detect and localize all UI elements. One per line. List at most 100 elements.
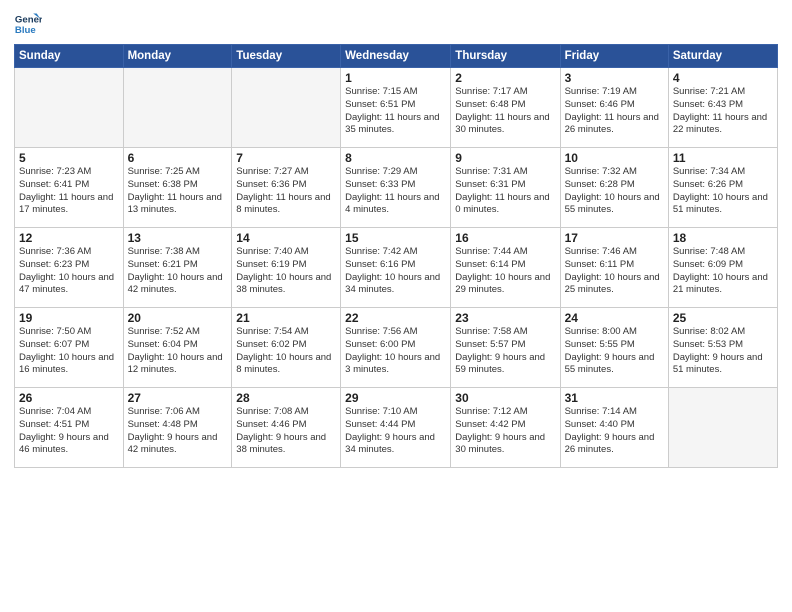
- calendar-cell: 23Sunrise: 7:58 AM Sunset: 5:57 PM Dayli…: [451, 308, 560, 388]
- day-info: Sunrise: 7:50 AM Sunset: 6:07 PM Dayligh…: [19, 326, 119, 377]
- calendar-table: SundayMondayTuesdayWednesdayThursdayFrid…: [14, 44, 778, 468]
- calendar-cell: 15Sunrise: 7:42 AM Sunset: 6:16 PM Dayli…: [341, 228, 451, 308]
- day-number: 27: [128, 391, 228, 405]
- calendar-cell: 12Sunrise: 7:36 AM Sunset: 6:23 PM Dayli…: [15, 228, 124, 308]
- week-row-5: 26Sunrise: 7:04 AM Sunset: 4:51 PM Dayli…: [15, 388, 778, 468]
- day-number: 19: [19, 311, 119, 325]
- day-info: Sunrise: 7:44 AM Sunset: 6:14 PM Dayligh…: [455, 246, 555, 297]
- calendar-cell: 16Sunrise: 7:44 AM Sunset: 6:14 PM Dayli…: [451, 228, 560, 308]
- day-number: 2: [455, 71, 555, 85]
- weekday-header-sunday: Sunday: [15, 45, 124, 68]
- calendar-cell: 25Sunrise: 8:02 AM Sunset: 5:53 PM Dayli…: [668, 308, 777, 388]
- calendar-cell: [123, 68, 232, 148]
- calendar-cell: 18Sunrise: 7:48 AM Sunset: 6:09 PM Dayli…: [668, 228, 777, 308]
- calendar-cell: 10Sunrise: 7:32 AM Sunset: 6:28 PM Dayli…: [560, 148, 668, 228]
- calendar-cell: 26Sunrise: 7:04 AM Sunset: 4:51 PM Dayli…: [15, 388, 124, 468]
- calendar-cell: 27Sunrise: 7:06 AM Sunset: 4:48 PM Dayli…: [123, 388, 232, 468]
- weekday-header-friday: Friday: [560, 45, 668, 68]
- svg-text:Blue: Blue: [15, 25, 36, 36]
- day-number: 15: [345, 231, 446, 245]
- calendar-cell: 14Sunrise: 7:40 AM Sunset: 6:19 PM Dayli…: [232, 228, 341, 308]
- day-info: Sunrise: 7:27 AM Sunset: 6:36 PM Dayligh…: [236, 166, 336, 217]
- weekday-header-monday: Monday: [123, 45, 232, 68]
- calendar-cell: [15, 68, 124, 148]
- day-info: Sunrise: 7:21 AM Sunset: 6:43 PM Dayligh…: [673, 86, 773, 137]
- day-info: Sunrise: 7:40 AM Sunset: 6:19 PM Dayligh…: [236, 246, 336, 297]
- day-info: Sunrise: 7:31 AM Sunset: 6:31 PM Dayligh…: [455, 166, 555, 217]
- calendar-cell: [232, 68, 341, 148]
- calendar-cell: 22Sunrise: 7:56 AM Sunset: 6:00 PM Dayli…: [341, 308, 451, 388]
- week-row-2: 5Sunrise: 7:23 AM Sunset: 6:41 PM Daylig…: [15, 148, 778, 228]
- day-number: 7: [236, 151, 336, 165]
- day-info: Sunrise: 7:52 AM Sunset: 6:04 PM Dayligh…: [128, 326, 228, 377]
- calendar-cell: 8Sunrise: 7:29 AM Sunset: 6:33 PM Daylig…: [341, 148, 451, 228]
- header-row: SundayMondayTuesdayWednesdayThursdayFrid…: [15, 45, 778, 68]
- calendar-cell: 9Sunrise: 7:31 AM Sunset: 6:31 PM Daylig…: [451, 148, 560, 228]
- calendar-cell: 13Sunrise: 7:38 AM Sunset: 6:21 PM Dayli…: [123, 228, 232, 308]
- calendar-cell: 3Sunrise: 7:19 AM Sunset: 6:46 PM Daylig…: [560, 68, 668, 148]
- calendar-cell: 7Sunrise: 7:27 AM Sunset: 6:36 PM Daylig…: [232, 148, 341, 228]
- calendar-cell: 29Sunrise: 7:10 AM Sunset: 4:44 PM Dayli…: [341, 388, 451, 468]
- day-number: 4: [673, 71, 773, 85]
- day-number: 23: [455, 311, 555, 325]
- day-info: Sunrise: 7:12 AM Sunset: 4:42 PM Dayligh…: [455, 406, 555, 457]
- day-info: Sunrise: 7:56 AM Sunset: 6:00 PM Dayligh…: [345, 326, 446, 377]
- day-number: 24: [565, 311, 664, 325]
- day-info: Sunrise: 7:54 AM Sunset: 6:02 PM Dayligh…: [236, 326, 336, 377]
- day-info: Sunrise: 8:02 AM Sunset: 5:53 PM Dayligh…: [673, 326, 773, 377]
- day-number: 11: [673, 151, 773, 165]
- day-info: Sunrise: 7:48 AM Sunset: 6:09 PM Dayligh…: [673, 246, 773, 297]
- day-number: 16: [455, 231, 555, 245]
- calendar-cell: [668, 388, 777, 468]
- weekday-header-wednesday: Wednesday: [341, 45, 451, 68]
- day-number: 17: [565, 231, 664, 245]
- day-number: 20: [128, 311, 228, 325]
- day-number: 21: [236, 311, 336, 325]
- calendar-cell: 30Sunrise: 7:12 AM Sunset: 4:42 PM Dayli…: [451, 388, 560, 468]
- week-row-4: 19Sunrise: 7:50 AM Sunset: 6:07 PM Dayli…: [15, 308, 778, 388]
- logo: General Blue: [14, 10, 46, 38]
- calendar-cell: 20Sunrise: 7:52 AM Sunset: 6:04 PM Dayli…: [123, 308, 232, 388]
- calendar-cell: 4Sunrise: 7:21 AM Sunset: 6:43 PM Daylig…: [668, 68, 777, 148]
- week-row-3: 12Sunrise: 7:36 AM Sunset: 6:23 PM Dayli…: [15, 228, 778, 308]
- day-info: Sunrise: 7:29 AM Sunset: 6:33 PM Dayligh…: [345, 166, 446, 217]
- day-info: Sunrise: 7:46 AM Sunset: 6:11 PM Dayligh…: [565, 246, 664, 297]
- day-number: 28: [236, 391, 336, 405]
- day-info: Sunrise: 7:38 AM Sunset: 6:21 PM Dayligh…: [128, 246, 228, 297]
- weekday-header-tuesday: Tuesday: [232, 45, 341, 68]
- day-number: 13: [128, 231, 228, 245]
- day-info: Sunrise: 7:25 AM Sunset: 6:38 PM Dayligh…: [128, 166, 228, 217]
- day-number: 5: [19, 151, 119, 165]
- calendar-cell: 2Sunrise: 7:17 AM Sunset: 6:48 PM Daylig…: [451, 68, 560, 148]
- page: General Blue SundayMondayTuesdayWednesda…: [0, 0, 792, 612]
- day-number: 18: [673, 231, 773, 245]
- weekday-header-thursday: Thursday: [451, 45, 560, 68]
- day-number: 26: [19, 391, 119, 405]
- header: General Blue: [14, 10, 778, 38]
- day-info: Sunrise: 7:14 AM Sunset: 4:40 PM Dayligh…: [565, 406, 664, 457]
- day-info: Sunrise: 7:19 AM Sunset: 6:46 PM Dayligh…: [565, 86, 664, 137]
- day-number: 31: [565, 391, 664, 405]
- calendar-cell: 21Sunrise: 7:54 AM Sunset: 6:02 PM Dayli…: [232, 308, 341, 388]
- weekday-header-saturday: Saturday: [668, 45, 777, 68]
- calendar-cell: 19Sunrise: 7:50 AM Sunset: 6:07 PM Dayli…: [15, 308, 124, 388]
- day-number: 30: [455, 391, 555, 405]
- day-number: 10: [565, 151, 664, 165]
- day-info: Sunrise: 7:58 AM Sunset: 5:57 PM Dayligh…: [455, 326, 555, 377]
- logo-icon: General Blue: [14, 10, 42, 38]
- calendar-cell: 31Sunrise: 7:14 AM Sunset: 4:40 PM Dayli…: [560, 388, 668, 468]
- day-number: 1: [345, 71, 446, 85]
- day-info: Sunrise: 7:10 AM Sunset: 4:44 PM Dayligh…: [345, 406, 446, 457]
- calendar-cell: 5Sunrise: 7:23 AM Sunset: 6:41 PM Daylig…: [15, 148, 124, 228]
- day-info: Sunrise: 7:06 AM Sunset: 4:48 PM Dayligh…: [128, 406, 228, 457]
- day-info: Sunrise: 7:32 AM Sunset: 6:28 PM Dayligh…: [565, 166, 664, 217]
- day-number: 12: [19, 231, 119, 245]
- calendar-cell: 17Sunrise: 7:46 AM Sunset: 6:11 PM Dayli…: [560, 228, 668, 308]
- day-number: 9: [455, 151, 555, 165]
- day-number: 3: [565, 71, 664, 85]
- day-info: Sunrise: 7:17 AM Sunset: 6:48 PM Dayligh…: [455, 86, 555, 137]
- day-info: Sunrise: 7:04 AM Sunset: 4:51 PM Dayligh…: [19, 406, 119, 457]
- day-info: Sunrise: 8:00 AM Sunset: 5:55 PM Dayligh…: [565, 326, 664, 377]
- day-info: Sunrise: 7:42 AM Sunset: 6:16 PM Dayligh…: [345, 246, 446, 297]
- day-number: 22: [345, 311, 446, 325]
